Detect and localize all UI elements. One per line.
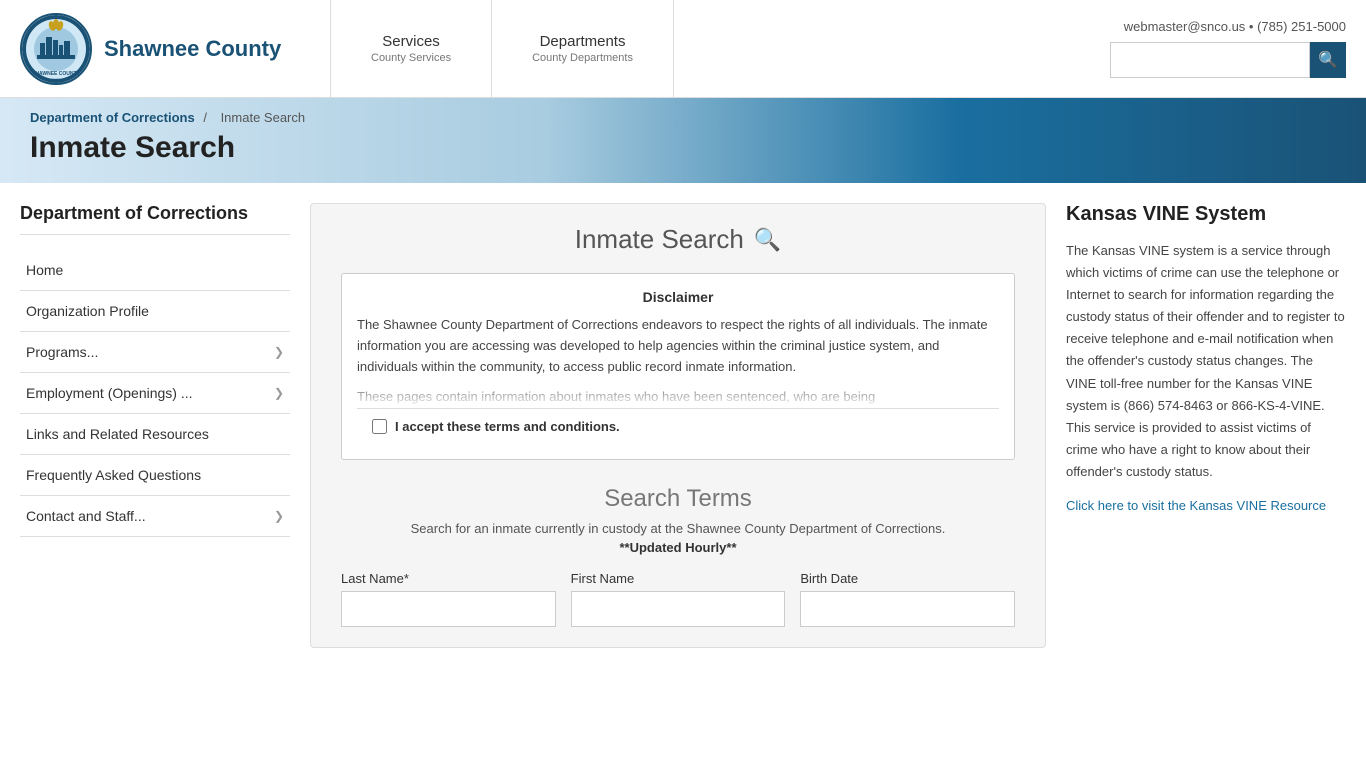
search-terms-desc: Search for an inmate currently in custod… (341, 521, 1015, 536)
sidebar-item-home[interactable]: Home (20, 250, 290, 290)
first-name-field-group: First Name (571, 571, 786, 627)
content-area: Inmate Search 🔍 Disclaimer The Shawnee C… (310, 203, 1046, 668)
page-title: Inmate Search (30, 131, 1336, 165)
disclaimer-title: Disclaimer (357, 289, 999, 305)
search-fields: Last Name* First Name Birth Date (341, 571, 1015, 627)
search-terms-title: Search Terms (341, 485, 1015, 513)
birth-date-label: Birth Date (800, 571, 1015, 586)
first-name-label: First Name (571, 571, 786, 586)
disclaimer-text: The Shawnee County Department of Correct… (357, 315, 999, 408)
last-name-label: Last Name* (341, 571, 556, 586)
right-panel: Kansas VINE System The Kansas VINE syste… (1066, 203, 1346, 668)
nav-departments[interactable]: Departments County Departments (492, 0, 674, 97)
site-title-text: Shawnee County (104, 36, 281, 62)
birth-date-input[interactable] (800, 591, 1015, 627)
list-item: Programs... ❯ (20, 332, 290, 373)
list-item: Links and Related Resources (20, 414, 290, 455)
accept-terms-checkbox[interactable] (372, 419, 387, 434)
svg-text:KANSAS: KANSAS (48, 77, 65, 82)
sidebar-item-faq[interactable]: Frequently Asked Questions (20, 455, 290, 495)
site-logo: SHAWNEE COUNTY KANSAS (20, 13, 92, 85)
contact-info: webmaster@snco.us • (785) 251-5000 (1124, 19, 1346, 34)
sidebar-nav: Home Organization Profile Programs... ❯ … (20, 250, 290, 537)
main-container: Department of Corrections Home Organizat… (0, 183, 1366, 688)
sidebar-item-contact[interactable]: Contact and Staff... ❯ (20, 496, 290, 536)
vine-link[interactable]: Click here to visit the Kansas VINE Reso… (1066, 498, 1326, 513)
logo-svg: SHAWNEE COUNTY KANSAS (22, 15, 90, 83)
breadcrumb: Department of Corrections / Inmate Searc… (30, 110, 1336, 125)
last-name-input[interactable] (341, 591, 556, 627)
sidebar-item-employment[interactable]: Employment (Openings) ... ❯ (20, 373, 290, 413)
header-search-button[interactable]: 🔍 (1310, 42, 1346, 78)
accept-terms-row: I accept these terms and conditions. (357, 408, 999, 444)
nav-services-sub: County Services (371, 52, 451, 64)
sidebar-item-programs[interactable]: Programs... ❯ (20, 332, 290, 372)
inmate-search-box: Inmate Search 🔍 Disclaimer The Shawnee C… (310, 203, 1046, 648)
inmate-search-title: Inmate Search 🔍 (341, 224, 1015, 255)
sidebar-item-organization-profile[interactable]: Organization Profile (20, 291, 290, 331)
main-nav: Services County Services Departments Cou… (330, 0, 674, 97)
chevron-right-icon: ❯ (274, 386, 284, 400)
nav-services[interactable]: Services County Services (331, 0, 492, 97)
vine-description: The Kansas VINE system is a service thro… (1066, 240, 1346, 483)
search-magnifier-icon: 🔍 (754, 227, 781, 253)
nav-services-label: Services (382, 33, 440, 50)
birth-date-field-group: Birth Date (800, 571, 1015, 627)
list-item: Frequently Asked Questions (20, 455, 290, 496)
chevron-right-icon: ❯ (274, 345, 284, 359)
updated-hourly-label: **Updated Hourly** (341, 540, 1015, 555)
sidebar-item-links[interactable]: Links and Related Resources (20, 414, 290, 454)
breadcrumb-current: Inmate Search (221, 110, 306, 125)
list-item: Employment (Openings) ... ❯ (20, 373, 290, 414)
nav-departments-sub: County Departments (532, 52, 633, 64)
page-banner: Department of Corrections / Inmate Searc… (0, 98, 1366, 183)
breadcrumb-separator: / (203, 110, 210, 125)
site-header: SHAWNEE COUNTY KANSAS Shawnee County Ser… (0, 0, 1366, 98)
disclaimer-box: Disclaimer The Shawnee County Department… (341, 273, 1015, 460)
first-name-input[interactable] (571, 591, 786, 627)
list-item: Home (20, 250, 290, 291)
list-item: Organization Profile (20, 291, 290, 332)
header-search-bar: 🔍 (1110, 42, 1346, 78)
sidebar: Department of Corrections Home Organizat… (20, 203, 290, 668)
vine-title: Kansas VINE System (1066, 203, 1346, 226)
nav-departments-label: Departments (540, 33, 626, 50)
search-terms-section: Search Terms Search for an inmate curren… (341, 475, 1015, 627)
header-right: webmaster@snco.us • (785) 251-5000 🔍 (1110, 19, 1366, 78)
sidebar-title: Department of Corrections (20, 203, 290, 235)
search-icon: 🔍 (1318, 50, 1338, 70)
accept-terms-label: I accept these terms and conditions. (395, 419, 620, 434)
header-search-input[interactable] (1110, 42, 1310, 78)
last-name-field-group: Last Name* (341, 571, 556, 627)
logo-area: SHAWNEE COUNTY KANSAS Shawnee County (0, 13, 330, 85)
list-item: Contact and Staff... ❯ (20, 496, 290, 537)
breadcrumb-link[interactable]: Department of Corrections (30, 110, 195, 125)
chevron-right-icon: ❯ (274, 509, 284, 523)
